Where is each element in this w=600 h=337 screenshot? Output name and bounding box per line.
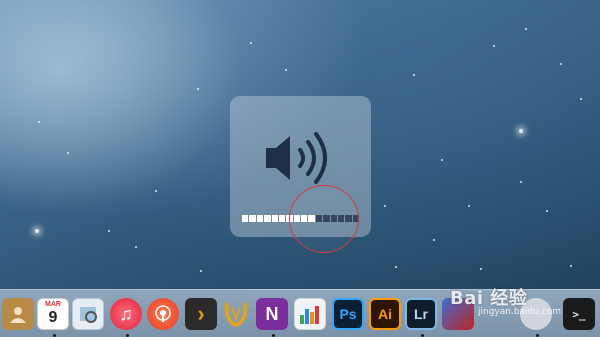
illustrator-label: Ai — [378, 306, 392, 322]
star — [197, 88, 199, 90]
volume-segment — [278, 215, 286, 222]
star — [250, 42, 252, 44]
star — [546, 210, 548, 212]
star — [200, 270, 202, 272]
photoshop-icon[interactable]: Ps — [332, 298, 364, 330]
star — [519, 129, 523, 133]
photoshop-label: Ps — [339, 306, 357, 322]
terminal-icon[interactable]: >_ — [563, 298, 595, 330]
star — [570, 265, 572, 267]
volume-segment — [242, 215, 249, 222]
volume-segment — [256, 215, 264, 222]
contacts-icon[interactable] — [2, 298, 34, 330]
alfred-icon[interactable] — [220, 298, 252, 330]
numbers-icon[interactable] — [294, 298, 326, 330]
star — [395, 266, 397, 268]
star — [520, 181, 522, 183]
illustrator-icon[interactable]: Ai — [369, 298, 401, 330]
speaker-volume-icon — [266, 132, 327, 184]
podcasts-icon[interactable] — [147, 298, 179, 330]
lightroom-icon[interactable]: Lr — [405, 298, 437, 330]
calendar-month: MAR — [45, 301, 61, 308]
calendar-icon[interactable]: MAR 9 — [37, 298, 69, 330]
star — [38, 121, 40, 123]
volume-highlight-circle — [289, 185, 359, 253]
itunes-label: ♫ — [119, 303, 133, 324]
lightroom-label: Lr — [414, 306, 428, 322]
star — [135, 246, 137, 248]
onenote-label: N — [265, 303, 279, 324]
star — [493, 45, 495, 47]
terminal-label: >_ — [572, 307, 586, 321]
star — [525, 28, 527, 30]
star — [67, 152, 69, 154]
volume-segment — [271, 215, 278, 222]
star — [441, 159, 443, 161]
volume-segment — [264, 215, 271, 222]
star — [155, 190, 157, 192]
plex-icon[interactable]: › — [185, 298, 217, 330]
watermark-url: jingyan.baidu.com — [478, 307, 562, 317]
star — [108, 230, 110, 232]
star — [413, 74, 415, 76]
volume-segment — [249, 215, 256, 222]
star — [560, 63, 562, 65]
star — [433, 239, 435, 241]
star — [480, 268, 482, 270]
star — [285, 69, 287, 71]
itunes-icon[interactable]: ♫ — [110, 298, 142, 330]
star — [468, 205, 470, 207]
star — [580, 98, 582, 100]
plex-label: › — [197, 301, 205, 326]
star — [35, 229, 39, 233]
calendar-day: 9 — [48, 309, 58, 326]
onenote-icon[interactable]: N — [256, 298, 288, 330]
preview-icon[interactable] — [72, 298, 104, 330]
star — [384, 205, 386, 207]
